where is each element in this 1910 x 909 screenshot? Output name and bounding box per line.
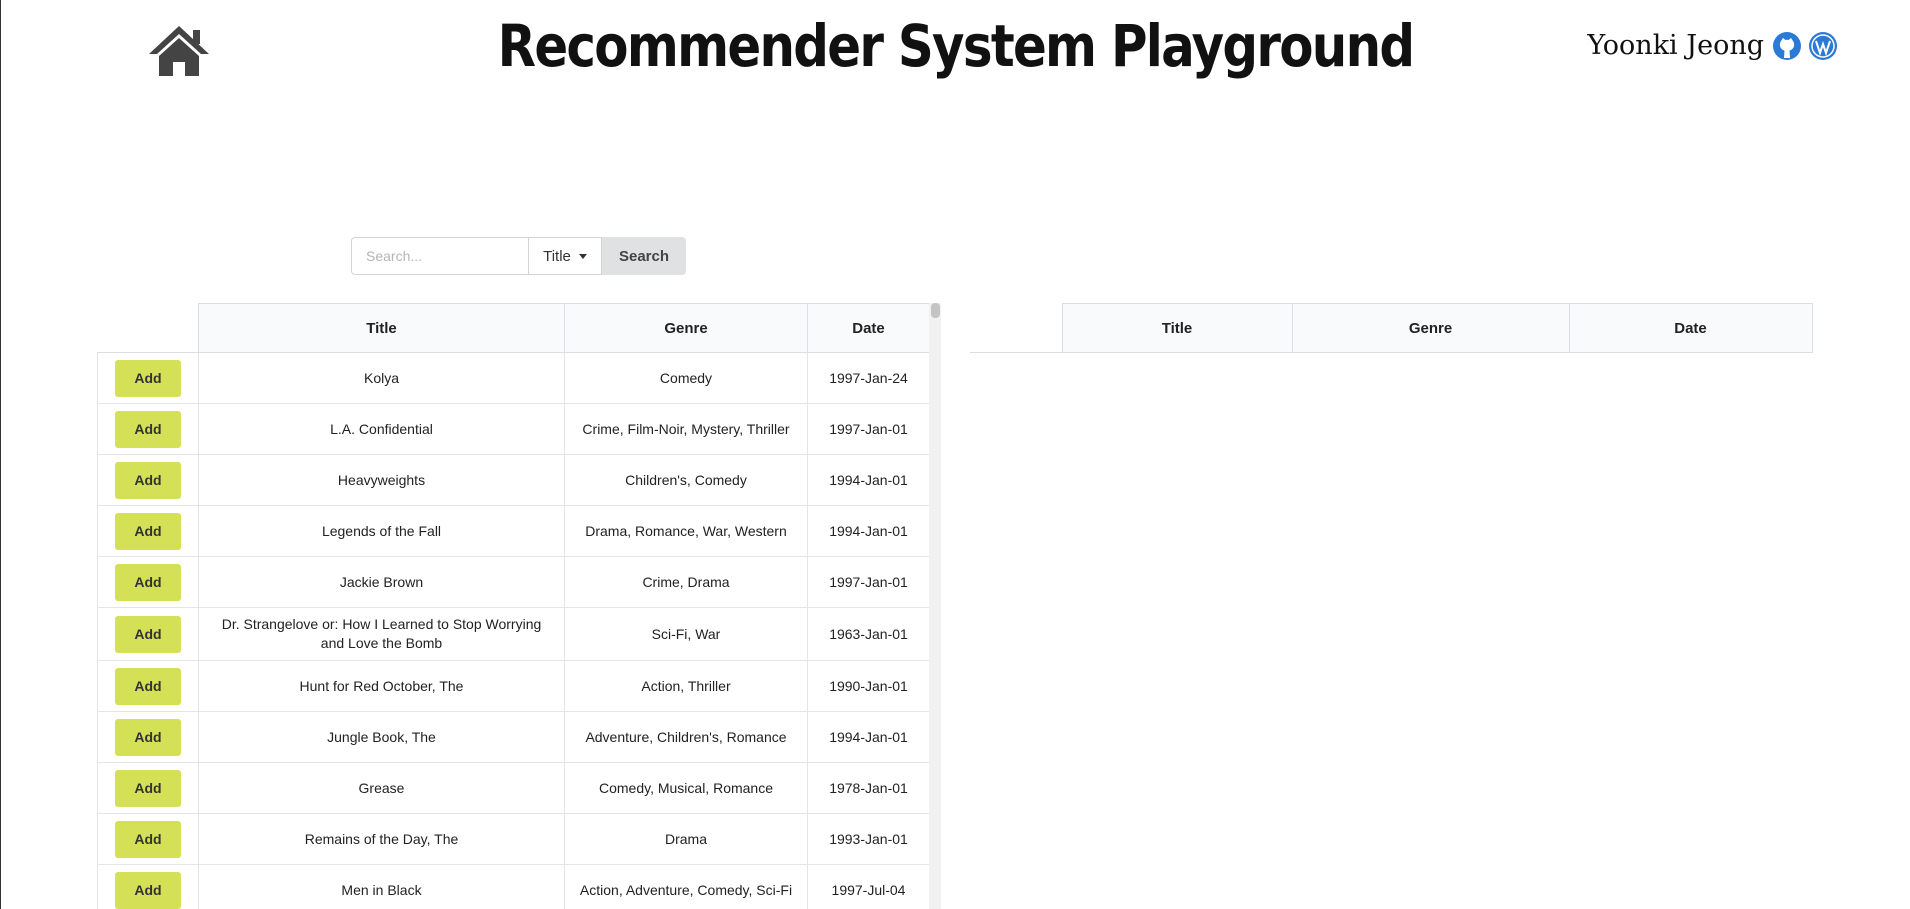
table-row: Add Men in Black Action, Adventure, Come… <box>97 864 930 909</box>
column-header-title[interactable]: Title <box>1061 303 1293 353</box>
table-row: Add Dr. Strangelove or: How I Learned to… <box>97 607 930 661</box>
movie-genre: Comedy <box>564 352 808 404</box>
table-row: Add Hunt for Red October, The Action, Th… <box>97 660 930 712</box>
add-button[interactable]: Add <box>115 871 181 909</box>
add-button[interactable]: Add <box>115 410 181 448</box>
movie-date: 1997-Jul-04 <box>807 864 930 909</box>
table-row: Add L.A. Confidential Crime, Film-Noir, … <box>97 403 930 455</box>
search-bar: Title Search <box>351 237 686 275</box>
movie-genre: Crime, Film-Noir, Mystery, Thriller <box>564 403 808 455</box>
table-row: Add Grease Comedy, Musical, Romance 1978… <box>97 762 930 814</box>
selected-movies-panel: Title Genre Date <box>970 303 1813 353</box>
movie-date: 1997-Jan-01 <box>807 403 930 455</box>
add-button[interactable]: Add <box>115 615 181 653</box>
add-button[interactable]: Add <box>115 461 181 499</box>
add-button[interactable]: Add <box>115 563 181 601</box>
table-row: Add Kolya Comedy 1997-Jan-24 <box>97 352 930 404</box>
table-row: Add Jackie Brown Crime, Drama 1997-Jan-0… <box>97 556 930 608</box>
add-button[interactable]: Add <box>115 667 181 705</box>
movie-date: 1994-Jan-01 <box>807 505 930 557</box>
table-row: Add Remains of the Day, The Drama 1993-J… <box>97 813 930 865</box>
movie-date: 1978-Jan-01 <box>807 762 930 814</box>
add-button[interactable]: Add <box>115 359 181 397</box>
column-header-date[interactable]: Date <box>807 303 930 353</box>
movie-table: Title Genre Date Add Kolya Comedy 1997-J… <box>97 303 930 909</box>
search-field-dropdown[interactable]: Title <box>528 237 602 275</box>
movie-title: Heavyweights <box>198 454 565 506</box>
page-title: Recommender System Playground <box>497 12 1415 80</box>
movie-title: L.A. Confidential <box>198 403 565 455</box>
movie-date: 1997-Jan-01 <box>807 556 930 608</box>
column-header-genre[interactable]: Genre <box>564 303 808 353</box>
add-button[interactable]: Add <box>115 512 181 550</box>
movie-title: Grease <box>198 762 565 814</box>
table-row: Add Legends of the Fall Drama, Romance, … <box>97 505 930 557</box>
movie-date: 1997-Jan-24 <box>807 352 930 404</box>
movie-title: Jungle Book, The <box>198 711 565 763</box>
table-row: Add Jungle Book, The Adventure, Children… <box>97 711 930 763</box>
movie-genre: Children's, Comedy <box>564 454 808 506</box>
movie-genre: Action, Adventure, Comedy, Sci-Fi <box>564 864 808 909</box>
author-name: Yoonki Jeong <box>1587 30 1764 61</box>
github-icon[interactable] <box>1772 31 1802 61</box>
movie-title: Legends of the Fall <box>198 505 565 557</box>
column-header-genre[interactable]: Genre <box>1291 303 1570 353</box>
movie-title: Dr. Strangelove or: How I Learned to Sto… <box>198 607 565 661</box>
movie-genre: Drama, Romance, War, Western <box>564 505 808 557</box>
header-blank <box>970 303 1062 353</box>
column-header-date[interactable]: Date <box>1568 303 1813 353</box>
movie-genre: Drama <box>564 813 808 865</box>
movie-date: 1990-Jan-01 <box>807 660 930 712</box>
movie-title: Remains of the Day, The <box>198 813 565 865</box>
scrollbar-thumb[interactable] <box>931 303 940 318</box>
search-input[interactable] <box>351 237 528 275</box>
add-button[interactable]: Add <box>115 820 181 858</box>
caret-down-icon <box>578 253 587 259</box>
movie-genre: Adventure, Children's, Romance <box>564 711 808 763</box>
add-button[interactable]: Add <box>115 718 181 756</box>
movie-title: Men in Black <box>198 864 565 909</box>
movie-date: 1994-Jan-01 <box>807 711 930 763</box>
movie-title: Jackie Brown <box>198 556 565 608</box>
movie-genre: Action, Thriller <box>564 660 808 712</box>
column-header-title[interactable]: Title <box>198 303 565 353</box>
movie-list-panel: Title Genre Date Add Kolya Comedy 1997-J… <box>97 303 942 909</box>
movie-genre: Sci-Fi, War <box>564 607 808 661</box>
movie-date: 1963-Jan-01 <box>807 607 930 661</box>
movie-title: Kolya <box>198 352 565 404</box>
search-field-value: Title <box>543 247 571 265</box>
search-button[interactable]: Search <box>602 237 686 275</box>
add-button[interactable]: Add <box>115 769 181 807</box>
wordpress-icon[interactable] <box>1808 31 1838 61</box>
movie-date: 1993-Jan-01 <box>807 813 930 865</box>
scrollbar-track[interactable] <box>929 303 941 909</box>
movie-genre: Crime, Drama <box>564 556 808 608</box>
author-block: Yoonki Jeong <box>1587 30 1838 61</box>
movie-genre: Comedy, Musical, Romance <box>564 762 808 814</box>
selected-table: Title Genre Date <box>970 303 1813 353</box>
table-row: Add Heavyweights Children's, Comedy 1994… <box>97 454 930 506</box>
movie-date: 1994-Jan-01 <box>807 454 930 506</box>
movie-title: Hunt for Red October, The <box>198 660 565 712</box>
header-blank <box>97 303 199 353</box>
